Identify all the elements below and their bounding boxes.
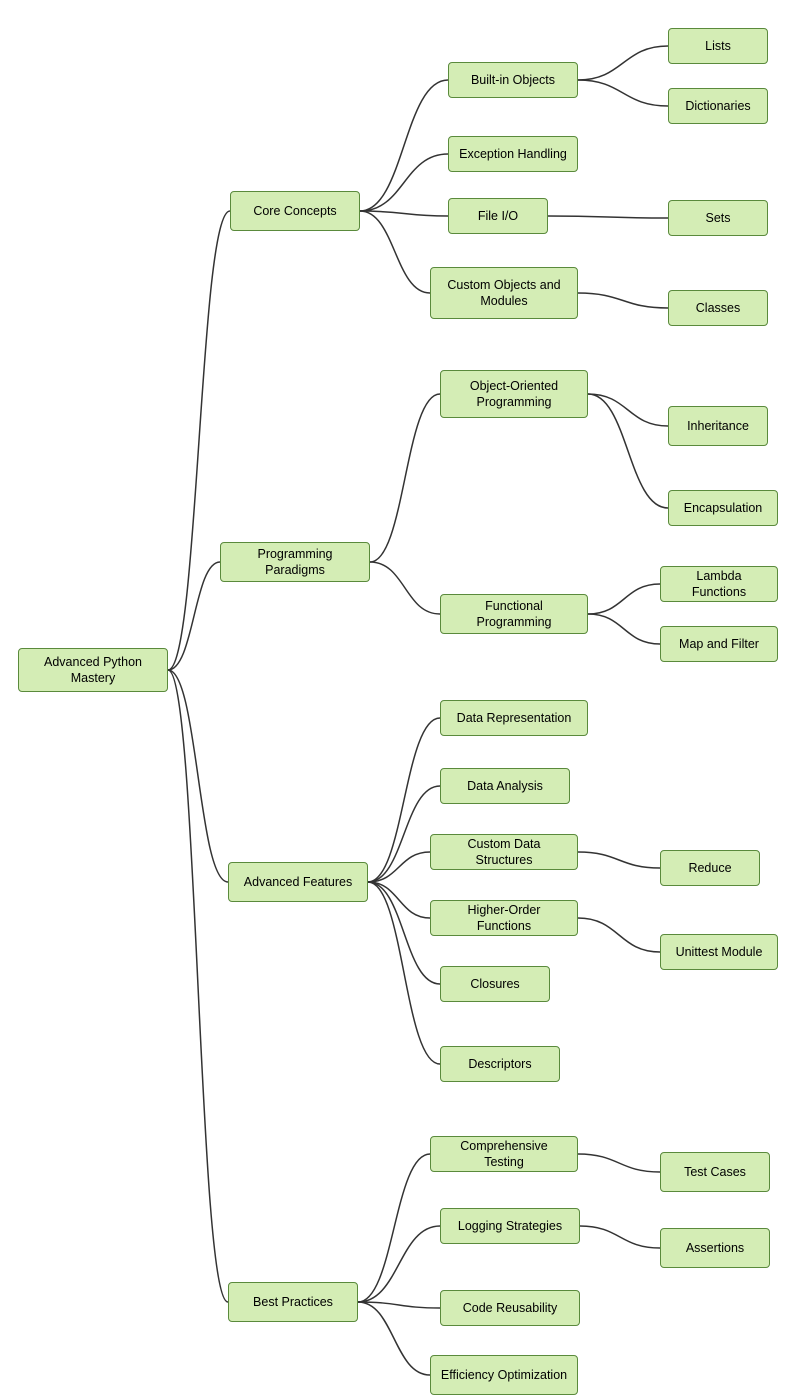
node-reduce: Reduce — [660, 850, 760, 886]
node-comprehensive_testing: Comprehensive Testing — [430, 1136, 578, 1172]
node-unittest_module: Unittest Module — [660, 934, 778, 970]
node-custom_objects: Custom Objects and Modules — [430, 267, 578, 319]
node-code_reusability: Code Reusability — [440, 1290, 580, 1326]
node-assertions: Assertions — [660, 1228, 770, 1268]
node-oop: Object-Oriented Programming — [440, 370, 588, 418]
node-map_filter: Map and Filter — [660, 626, 778, 662]
node-best_practices: Best Practices — [228, 1282, 358, 1322]
node-sets: Sets — [668, 200, 768, 236]
node-advanced_features: Advanced Features — [228, 862, 368, 902]
node-functional_prog: Functional Programming — [440, 594, 588, 634]
node-descriptors: Descriptors — [440, 1046, 560, 1082]
node-custom_data_structures: Custom Data Structures — [430, 834, 578, 870]
node-built_in_objects: Built-in Objects — [448, 62, 578, 98]
node-efficiency_optimization: Efficiency Optimization — [430, 1355, 578, 1395]
node-core_concepts: Core Concepts — [230, 191, 360, 231]
node-closures: Closures — [440, 966, 550, 1002]
node-test_cases: Test Cases — [660, 1152, 770, 1192]
node-root: Advanced Python Mastery — [18, 648, 168, 692]
node-encapsulation: Encapsulation — [668, 490, 778, 526]
node-file_io: File I/O — [448, 198, 548, 234]
mind-map: Advanced Python Mastery Core Concepts Prog… — [0, 0, 800, 1399]
node-data_representation: Data Representation — [440, 700, 588, 736]
node-higher_order: Higher-Order Functions — [430, 900, 578, 936]
node-logging_strategies: Logging Strategies — [440, 1208, 580, 1244]
node-inheritance: Inheritance — [668, 406, 768, 446]
node-exception_handling: Exception Handling — [448, 136, 578, 172]
node-dictionaries: Dictionaries — [668, 88, 768, 124]
node-data_analysis: Data Analysis — [440, 768, 570, 804]
node-lambda_functions: Lambda Functions — [660, 566, 778, 602]
node-classes: Classes — [668, 290, 768, 326]
node-programming_paradigms: Programming Paradigms — [220, 542, 370, 582]
node-lists: Lists — [668, 28, 768, 64]
